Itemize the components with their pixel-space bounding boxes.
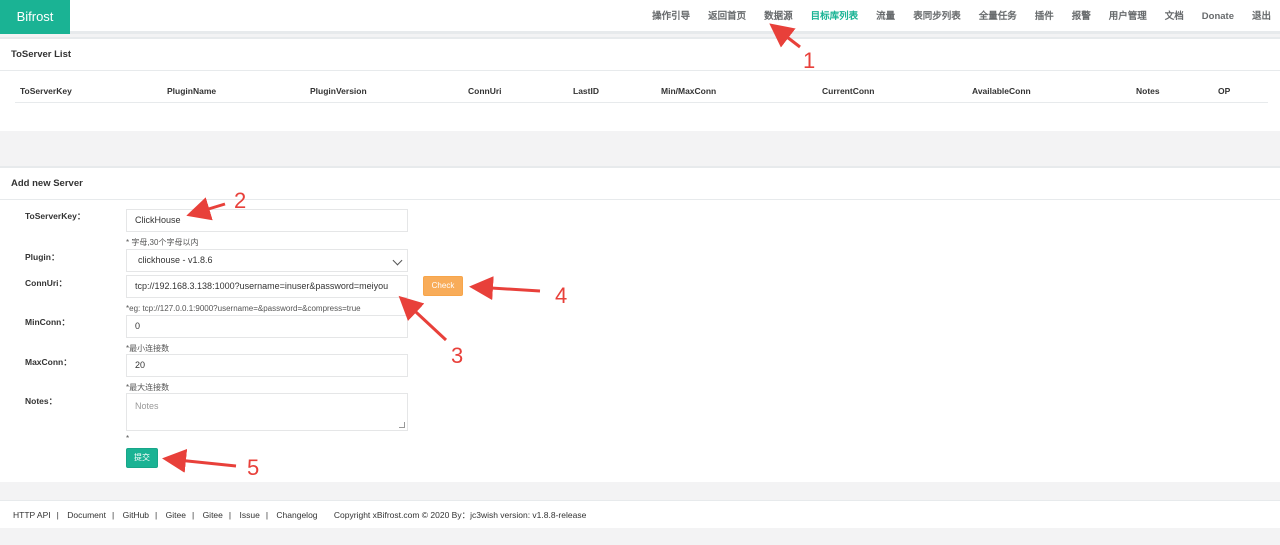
nav-item-donate[interactable]: Donate [1202,0,1234,34]
nav-item-guide[interactable]: 操作引导 [652,0,690,34]
col-minmaxconn: Min/MaxConn [661,86,717,96]
plugin-selected-value: clickhouse - v1.8.6 [138,255,213,265]
resize-handle-icon[interactable] [399,422,405,428]
nav-item-traffic[interactable]: 流量 [876,0,895,34]
top-navbar: Bifrost 操作引导 返回首页 数据源 目标库列表 流量 表同步列表 全量任… [0,0,1280,34]
toserverkey-input[interactable]: ClickHouse [126,209,408,232]
col-pluginversion: PluginVersion [310,86,367,96]
submit-button[interactable]: 提交 [126,448,158,468]
col-op: OP [1218,86,1231,96]
toserver-list-table-header: ToServerKey PluginName PluginVersion Con… [15,80,1268,103]
nav-item-table-sync[interactable]: 表同步列表 [913,0,961,34]
annotation-number-3: 3 [451,343,464,368]
notes-hint: * [126,434,130,443]
toserverkey-hint: * 字母,30个字母以内 [126,238,199,247]
col-lastid: LastID [573,86,599,96]
maxconn-input[interactable]: 20 [126,354,408,377]
footer-link-document[interactable]: Document [67,510,106,520]
connuri-label: ConnUri： [25,278,68,288]
notes-textarea[interactable]: Notes [126,393,408,431]
col-pluginname: PluginName [167,86,217,96]
annotation-number-4: 4 [555,283,568,308]
maxconn-hint: *最大连接数 [126,383,170,392]
maxconn-label: MaxConn： [25,357,72,367]
plugin-select[interactable]: clickhouse - v1.8.6 [126,249,408,272]
add-server-title: Add new Server [0,168,1280,200]
check-button[interactable]: Check [423,276,463,296]
nav-item-plugin[interactable]: 插件 [1035,0,1054,34]
minconn-label: MinConn： [25,317,70,327]
footer-link-gitee-1[interactable]: Gitee [166,510,186,520]
col-notes: Notes [1136,86,1160,96]
plugin-label: Plugin： [25,252,60,262]
annotation-number-1: 1 [803,48,816,73]
footer-copyright: Copyright xBifrost.com © 2020 By：jc3wish… [333,510,587,520]
annotation-number-2: 2 [234,188,247,213]
nav-item-home[interactable]: 返回首页 [708,0,746,34]
footer-link-issue[interactable]: Issue [239,510,259,520]
col-connuri: ConnUri [468,86,502,96]
minconn-input[interactable]: 0 [126,315,408,338]
nav-item-toserver-list[interactable]: 目标库列表 [811,0,859,34]
nav-item-logout[interactable]: 退出 [1252,0,1271,34]
footer-link-changelog[interactable]: Changelog [276,510,317,520]
col-availableconn: AvailableConn [972,86,1031,96]
notes-label: Notes： [25,396,58,406]
col-toserverkey: ToServerKey [20,86,72,96]
main-nav: 操作引导 返回首页 数据源 目标库列表 流量 表同步列表 全量任务 插件 报警 … [643,0,1280,34]
chevron-down-icon [392,255,403,266]
annotation-number-5: 5 [247,455,260,480]
minconn-hint: *最小连接数 [126,344,170,353]
connuri-input[interactable]: tcp://192.168.3.138:1000?username=inuser… [126,275,408,298]
footer: HTTP API | Document | GitHub | Gitee | Gitee… [0,500,1280,528]
notes-placeholder: Notes [135,401,159,411]
nav-item-full-task[interactable]: 全量任务 [979,0,1017,34]
connuri-hint: *eg: tcp://127.0.0.1:9000?username=&pass… [126,304,361,313]
nav-item-alarm[interactable]: 报警 [1072,0,1091,34]
footer-link-gitee-2[interactable]: Gitee [203,510,223,520]
footer-link-http-api[interactable]: HTTP API [13,510,51,520]
toserverkey-label: ToServerKey： [25,211,86,221]
toserver-list-title: ToServer List [0,39,1280,71]
nav-item-user-manage[interactable]: 用户管理 [1109,0,1147,34]
nav-item-docs[interactable]: 文档 [1165,0,1184,34]
nav-item-datasource[interactable]: 数据源 [764,0,793,34]
col-currentconn: CurrentConn [822,86,875,96]
footer-link-github[interactable]: GitHub [123,510,149,520]
brand-logo[interactable]: Bifrost [0,0,70,34]
